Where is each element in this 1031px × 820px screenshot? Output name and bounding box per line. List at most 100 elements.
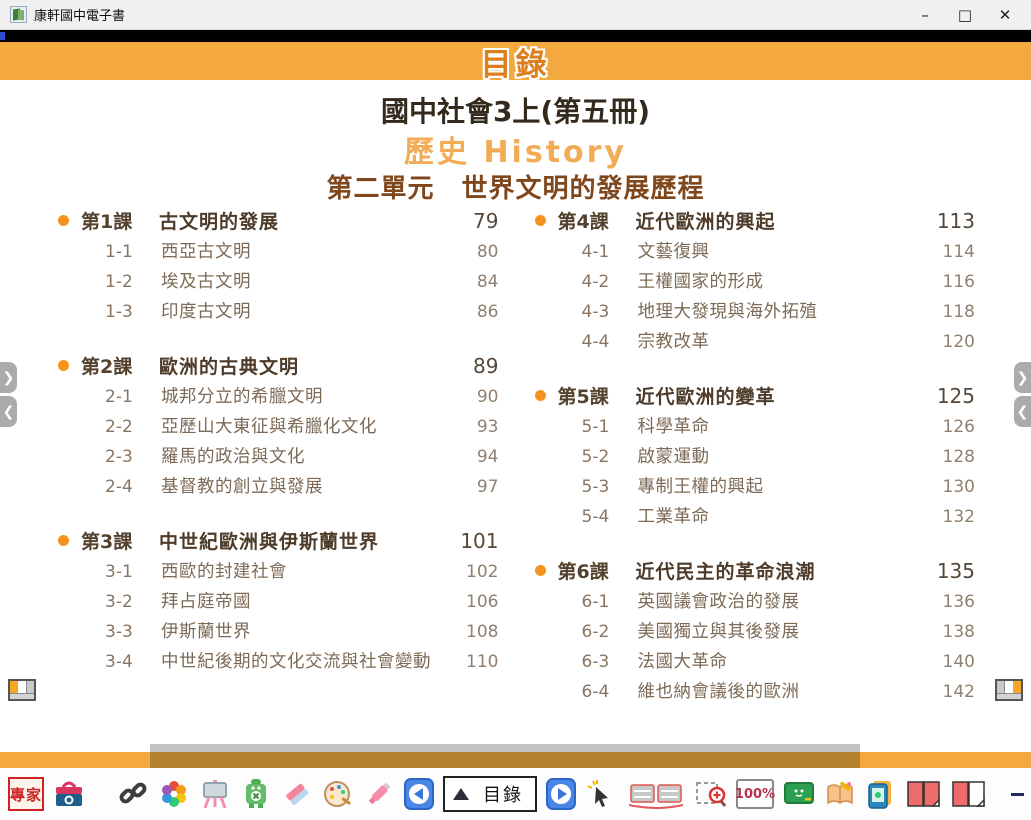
prev-page-button[interactable] — [404, 778, 434, 810]
sub-page: 118 — [933, 297, 975, 327]
bottom-toolbar: 專家 目錄 — [0, 768, 1031, 820]
sub-title: 印度古文明 — [161, 297, 457, 327]
left-collapse-chevron-icon[interactable]: ❮ — [0, 396, 17, 427]
book-title: 國中社會3上(第五冊) — [0, 90, 1031, 130]
toc-subitem[interactable]: 1-1 西亞古文明 80 — [58, 237, 499, 267]
toc-subitem[interactable]: 4-3 地理大發現與海外拓殖 118 — [535, 297, 976, 327]
zoom-level-button[interactable]: 100% — [736, 779, 774, 809]
toc-lesson-6-link[interactable]: 第6課 近代民主的革命浪潮 135 — [535, 557, 976, 584]
sub-page: 84 — [457, 267, 499, 297]
workbook-icon[interactable] — [824, 778, 856, 810]
sub-title: 美國獨立與其後發展 — [638, 617, 934, 647]
corner-nib — [0, 32, 5, 40]
right-collapse-chevron-icon[interactable]: ❮ — [1014, 396, 1031, 427]
sub-page: 80 — [457, 237, 499, 267]
sub-title: 基督教的創立與發展 — [161, 472, 457, 502]
sub-title: 亞歷山大東征與希臘化文化 — [161, 412, 457, 442]
window-title: 康軒國中電子書 — [34, 5, 125, 24]
toc-lesson-3-link[interactable]: 第3課 中世紀歐洲與伊斯蘭世界 101 — [58, 527, 499, 554]
sub-title: 法國大革命 — [638, 647, 934, 677]
zoom-area-icon[interactable] — [695, 778, 727, 810]
lesson-page: 89 — [457, 354, 499, 378]
sub-title: 伊斯蘭世界 — [161, 617, 457, 647]
toc-subitem[interactable]: 6-3 法國大革命 140 — [535, 647, 976, 677]
left-expand-chevron-icon[interactable]: ❯ — [0, 362, 17, 393]
dropdown-arrow-icon — [453, 788, 469, 800]
toc-subitem[interactable]: 5-4 工業革命 132 — [535, 502, 976, 532]
horizontal-scrollbar-thumb[interactable] — [150, 752, 860, 768]
sub-page: 130 — [933, 472, 975, 502]
sub-page: 90 — [457, 382, 499, 412]
toolbar-minimize-button[interactable] — [1005, 781, 1029, 807]
page-select-dropdown[interactable]: 目錄 — [443, 776, 537, 812]
palette-icon[interactable] — [322, 778, 354, 810]
eraser-icon[interactable] — [281, 778, 313, 810]
sub-title: 城邦分立的希臘文明 — [161, 382, 457, 412]
open-book-icon[interactable] — [626, 778, 686, 810]
two-page-view-icon[interactable] — [906, 778, 942, 810]
left-side-tabs: ❯ ❮ — [0, 362, 17, 427]
sub-number: 2-2 — [105, 412, 145, 442]
one-page-view-icon[interactable] — [951, 778, 987, 810]
maximize-button[interactable]: □ — [945, 1, 985, 29]
toc-subitem[interactable]: 3-4 中世紀後期的文化交流與社會變動 110 — [58, 647, 499, 677]
sub-page: 114 — [933, 237, 975, 267]
toc-subitem[interactable]: 5-2 啟蒙運動 128 — [535, 442, 976, 472]
marker-icon[interactable] — [363, 778, 395, 810]
toc-subitem[interactable]: 4-2 王權國家的形成 116 — [535, 267, 976, 297]
toc-subitem[interactable]: 4-4 宗教改革 120 — [535, 327, 976, 357]
toc-subitem[interactable]: 5-1 科學革命 126 — [535, 412, 976, 442]
next-page-button[interactable] — [546, 778, 576, 810]
color-wheel-icon[interactable] — [158, 778, 190, 810]
minimize-button[interactable]: – — [905, 1, 945, 29]
toc-subitem[interactable]: 6-1 英國議會政治的發展 136 — [535, 587, 976, 617]
easel-icon[interactable] — [199, 778, 231, 810]
toc-lesson-1-link[interactable]: 第1課 古文明的發展 79 — [58, 207, 499, 234]
toc-subitem[interactable]: 1-3 印度古文明 86 — [58, 297, 499, 327]
toc-subitem[interactable]: 4-1 文藝復興 114 — [535, 237, 976, 267]
sub-page: 126 — [933, 412, 975, 442]
toc-subitem[interactable]: 3-2 拜占庭帝國 106 — [58, 587, 499, 617]
toc-subitem[interactable]: 1-2 埃及古文明 84 — [58, 267, 499, 297]
toc-subitem[interactable]: 2-1 城邦分立的希臘文明 90 — [58, 382, 499, 412]
sub-number: 4-4 — [582, 327, 622, 357]
robot-eraser-icon[interactable] — [240, 778, 272, 810]
sub-page: 94 — [457, 442, 499, 472]
lesson-page: 125 — [933, 384, 975, 408]
horizontal-scrollbar-track[interactable] — [150, 744, 860, 752]
close-button[interactable]: ✕ — [985, 1, 1025, 29]
expert-mode-button[interactable]: 專家 — [8, 777, 44, 811]
subject-title: 歷史 History — [0, 127, 1031, 171]
sub-number: 1-3 — [105, 297, 145, 327]
sub-title: 地理大發現與海外拓殖 — [638, 297, 934, 327]
sub-page: 110 — [457, 647, 499, 677]
page-corner-right-icon[interactable] — [995, 679, 1023, 701]
toc-subitem[interactable]: 2-2 亞歷山大東征與希臘化文化 93 — [58, 412, 499, 442]
toc-lesson-5-link[interactable]: 第5課 近代歐洲的變革 125 — [535, 382, 976, 409]
page-corner-left-icon[interactable] — [8, 679, 36, 701]
sub-number: 1-2 — [105, 267, 145, 297]
right-expand-chevron-icon[interactable]: ❯ — [1014, 362, 1031, 393]
toc-subitem[interactable]: 6-4 維也納會議後的歐洲 142 — [535, 677, 976, 707]
toc-subitem[interactable]: 2-3 羅馬的政治與文化 94 — [58, 442, 499, 472]
lesson-title: 近代歐洲的興起 — [636, 207, 934, 234]
chalkboard-icon[interactable] — [783, 778, 815, 810]
toolbox-icon[interactable] — [53, 778, 85, 810]
toc-lesson-4: 第4課 近代歐洲的興起 113 4-1 文藝復興 114 4-2 王權國家的形成… — [535, 207, 976, 357]
toc-subitem[interactable]: 5-3 專制王權的興起 130 — [535, 472, 976, 502]
lesson-title: 歐洲的古典文明 — [159, 352, 457, 379]
toc-lesson-3: 第3課 中世紀歐洲與伊斯蘭世界 101 3-1 西歐的封建社會 102 3-2 … — [58, 527, 499, 677]
toc-subitem[interactable]: 6-2 美國獨立與其後發展 138 — [535, 617, 976, 647]
link-icon[interactable] — [117, 778, 149, 810]
toc-lesson-4-link[interactable]: 第4課 近代歐洲的興起 113 — [535, 207, 976, 234]
sub-page: 97 — [457, 472, 499, 502]
toc-lesson-2-link[interactable]: 第2課 歐洲的古典文明 89 — [58, 352, 499, 379]
toc-subitem[interactable]: 3-1 西歐的封建社會 102 — [58, 557, 499, 587]
toc-subitem[interactable]: 3-3 伊斯蘭世界 108 — [58, 617, 499, 647]
toc-subitem[interactable]: 2-4 基督教的創立與發展 97 — [58, 472, 499, 502]
pointer-tool-icon[interactable] — [585, 778, 617, 810]
sub-number: 6-4 — [582, 677, 622, 707]
fold-bottom — [10, 693, 34, 699]
sub-page: 132 — [933, 502, 975, 532]
ebook-stack-icon[interactable] — [865, 778, 897, 810]
